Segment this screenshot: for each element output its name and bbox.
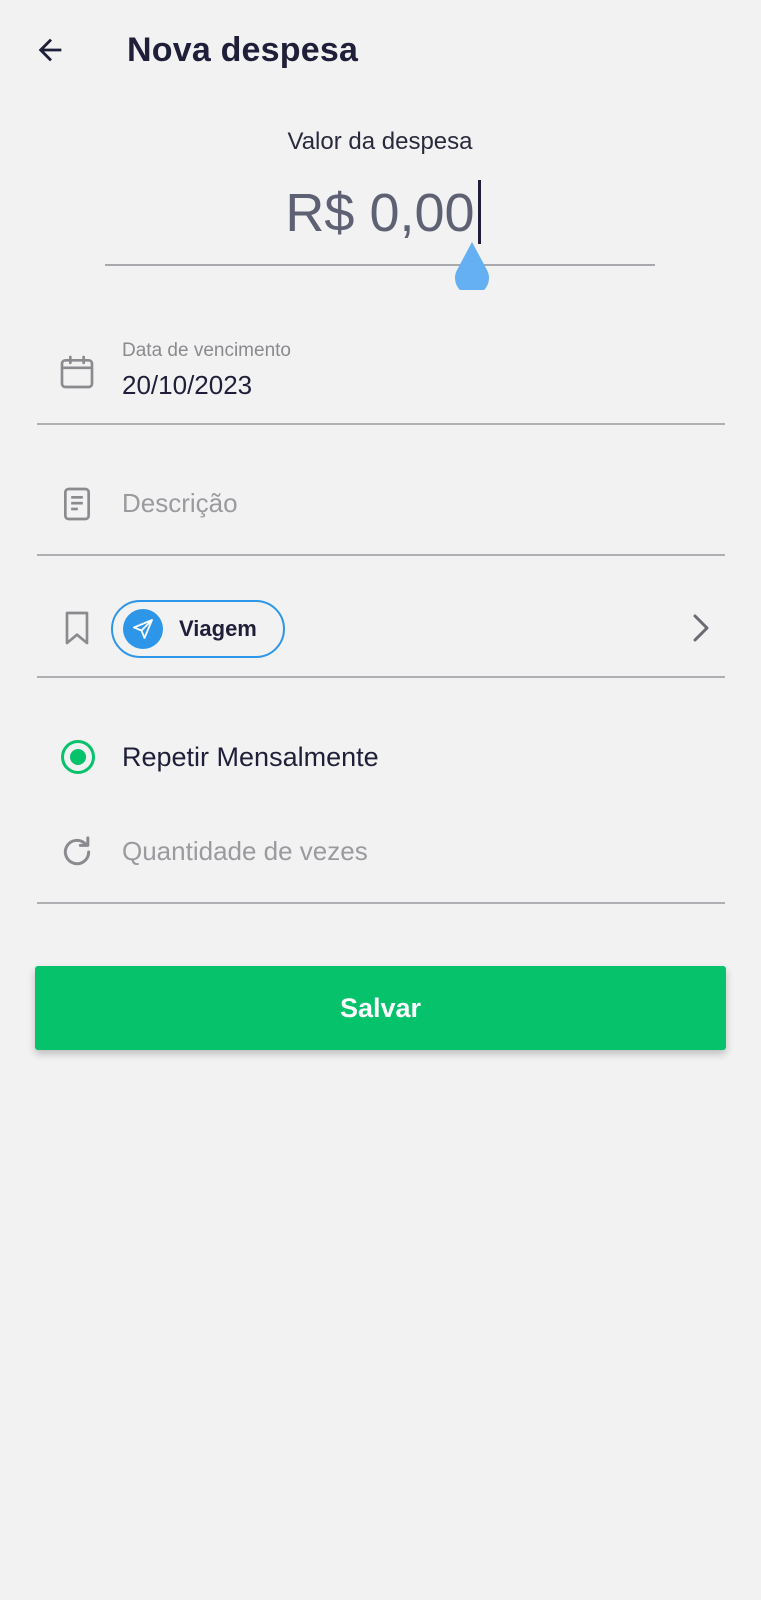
amount-underline (105, 264, 655, 266)
quantity-input[interactable]: Quantidade de vezes (122, 836, 368, 867)
category-label: Viagem (179, 616, 257, 641)
description-input[interactable]: Descrição (122, 488, 238, 519)
text-cursor (477, 180, 481, 244)
category-chip[interactable]: Viagem (111, 600, 285, 658)
divider (37, 554, 725, 556)
app-bar: Nova despesa (0, 0, 761, 100)
arrow-left-icon (38, 38, 62, 62)
due-date-value: 20/10/2023 (122, 370, 253, 400)
amount-value-text: R$ 0,00 (285, 183, 475, 243)
description-field[interactable]: Descrição (37, 460, 725, 556)
repeat-monthly-radio[interactable] (61, 740, 95, 774)
amount-field[interactable]: Valor da despesa R$ 0,00 (105, 120, 655, 320)
paper-plane-icon (123, 609, 163, 649)
divider (37, 423, 725, 425)
save-button[interactable]: Salvar (35, 966, 726, 1050)
category-field[interactable]: Viagem (37, 582, 725, 678)
refresh-icon (57, 832, 97, 872)
radio-selected-dot (70, 749, 86, 765)
due-date-field[interactable]: Data de vencimento 20/10/2023 (37, 330, 725, 425)
repeat-monthly-label[interactable]: Repetir Mensalmente (122, 740, 379, 774)
calendar-icon (57, 352, 97, 392)
quantity-field[interactable]: Quantidade de vezes (37, 808, 725, 904)
cursor-handle-icon (455, 242, 489, 295)
page-title: Nova despesa (127, 31, 359, 69)
back-button[interactable] (28, 28, 72, 72)
bookmark-icon (57, 608, 97, 648)
divider (37, 676, 725, 678)
amount-label: Valor da despesa (287, 128, 473, 155)
cursor-handle[interactable] (452, 242, 492, 295)
chevron-right-icon[interactable] (689, 610, 713, 646)
amount-input[interactable]: R$ 0,00 (105, 178, 655, 248)
due-date-label: Data de vencimento (122, 340, 291, 361)
note-icon (57, 484, 97, 524)
divider (37, 902, 725, 904)
